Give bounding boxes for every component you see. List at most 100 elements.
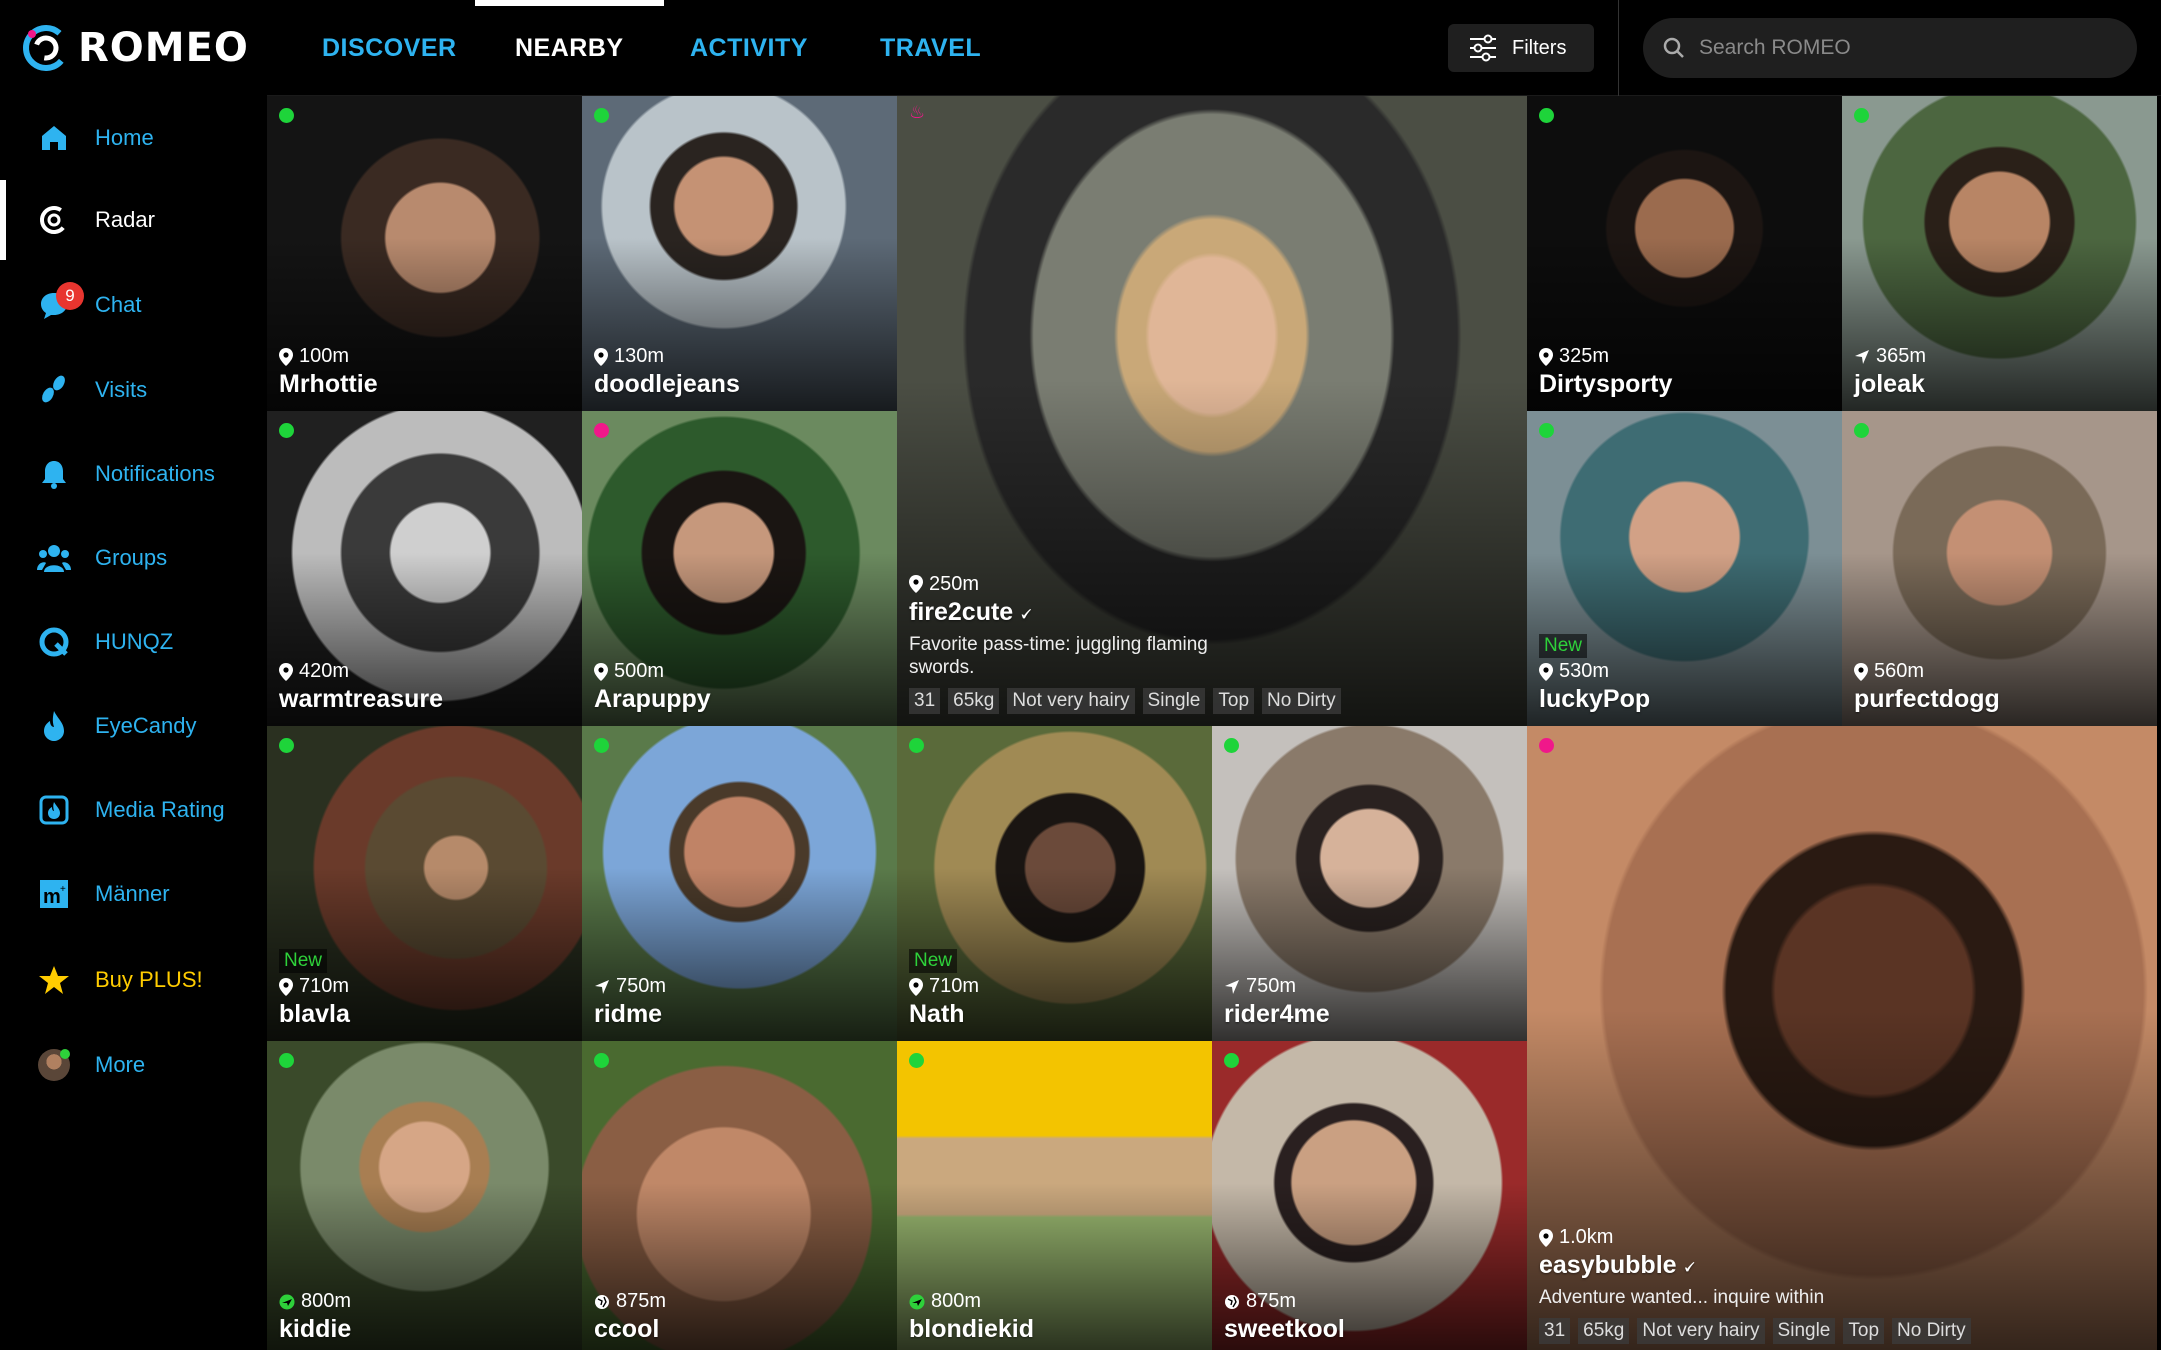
status-dot-pink <box>594 423 609 438</box>
distance: 800m <box>279 1290 570 1313</box>
profile-card[interactable]: 800m kiddie <box>267 1041 582 1350</box>
username: joleak <box>1854 370 2145 399</box>
profile-card[interactable]: New 710m Nath <box>897 726 1212 1041</box>
online-status-dot <box>594 738 609 753</box>
profile-card[interactable]: New 710m blavla <box>267 726 582 1041</box>
search-bar[interactable] <box>1643 18 2137 78</box>
username-text: doodlejeans <box>594 370 740 398</box>
profile-tag: Top <box>1843 1318 1885 1344</box>
sidebar-item-notifications[interactable]: Notifications <box>0 439 267 509</box>
distance-value: 325m <box>1559 345 1610 367</box>
distance: 800m <box>909 1290 1200 1313</box>
romeo-logo[interactable]: ROMEO <box>22 22 249 74</box>
pin-icon <box>1539 347 1553 366</box>
username-text: easybubble <box>1539 1251 1677 1280</box>
maenner-icon: m + <box>36 876 72 912</box>
chat-unread-badge: 9 <box>56 282 84 310</box>
sidebar-item-hunqz[interactable]: HUNQZ <box>0 607 267 677</box>
profile-card[interactable]: 1.0km easybubble 🗸 Adventure wanted... inqu… <box>1527 726 2157 1350</box>
sidebar-item-eyecandy[interactable]: EyeCandy <box>0 691 267 761</box>
profile-info: 420m warmtreasure <box>279 660 570 714</box>
tab-travel[interactable]: TRAVEL <box>880 0 981 96</box>
sidebar-item-media-rating[interactable]: Media Rating <box>0 775 267 845</box>
sidebar-item-home[interactable]: Home <box>0 103 267 173</box>
profile-info: 875m ccool <box>594 1290 885 1344</box>
sidebar-item-label: EyeCandy <box>95 713 197 738</box>
username: blondiekid <box>909 1315 1200 1344</box>
username: Arapuppy <box>594 685 885 714</box>
groups-icon <box>36 540 72 576</box>
profile-info: 560m purfectdogg <box>1854 660 2145 714</box>
radar-icon <box>36 202 72 238</box>
globe-icon <box>1224 1294 1240 1310</box>
top-bar: DISCOVER NEARBY ACTIVITY TRAVEL Filters <box>267 0 2161 96</box>
new-badge: New <box>1539 634 1588 658</box>
online-status-dot <box>279 423 294 438</box>
distance: 710m <box>279 975 570 998</box>
username: sweetkool <box>1224 1315 1515 1344</box>
search-input[interactable] <box>1699 36 2119 60</box>
sidebar-item-buy-plus[interactable]: Buy PLUS! <box>0 945 267 1015</box>
username-text: Dirtysporty <box>1539 370 1673 398</box>
online-status-dot <box>1224 738 1239 753</box>
sidebar-item-more[interactable]: More <box>0 1030 267 1100</box>
distance: 560m <box>1854 660 2145 683</box>
filters-label: Filters <box>1512 36 1567 59</box>
profile-card[interactable]: New 530m luckyPop <box>1527 411 1842 726</box>
plane-icon <box>279 1294 295 1310</box>
distance: 325m <box>1539 345 1830 368</box>
username: purfectdogg <box>1854 685 2145 714</box>
tab-activity[interactable]: ACTIVITY <box>690 0 808 96</box>
distance-value: 130m <box>614 345 665 367</box>
sliders-icon <box>1470 34 1496 62</box>
distance-value: 250m <box>929 572 980 595</box>
sidebar-item-maenner[interactable]: m + Männer <box>0 859 267 929</box>
online-status-dot <box>1539 423 1554 438</box>
profile-card[interactable]: 875m ccool <box>582 1041 897 1350</box>
distance-value: 800m <box>301 1290 352 1312</box>
profile-card[interactable]: ♨ 250m fire2cute 🗸 Favorite pass-time: juggl… <box>897 96 1527 726</box>
online-status-dot <box>594 108 609 123</box>
profile-card[interactable]: 100m Mrhottie <box>267 96 582 411</box>
sidebar-item-chat[interactable]: 9 Chat <box>0 270 267 340</box>
profile-card[interactable]: 420m warmtreasure <box>267 411 582 726</box>
profile-tag: 31 <box>1539 1318 1571 1344</box>
tab-discover[interactable]: DISCOVER <box>322 0 457 96</box>
media-rating-icon <box>36 792 72 828</box>
profile-card[interactable]: 800m blondiekid <box>897 1041 1212 1350</box>
profile-card[interactable]: 325m Dirtysporty <box>1527 96 1842 411</box>
profile-tags: 31 65kg Not very hairy Single Top No Dirty <box>1539 1318 2145 1344</box>
distance: 500m <box>594 660 885 683</box>
distance: 750m <box>594 975 885 998</box>
sidebar-item-visits[interactable]: Visits <box>0 355 267 425</box>
pin-icon <box>1539 1228 1553 1247</box>
profile-info: 1.0km easybubble 🗸 Adventure wanted... inqu… <box>1539 1226 2145 1344</box>
profile-card[interactable]: 365m joleak <box>1842 96 2157 411</box>
profile-tag: 65kg <box>1578 1318 1630 1344</box>
username: Dirtysporty <box>1539 370 1830 399</box>
profile-card[interactable]: 750m rider4me <box>1212 726 1527 1041</box>
pin-icon <box>594 347 608 366</box>
profile-card[interactable]: 750m ridme <box>582 726 897 1041</box>
tab-nearby[interactable]: NEARBY <box>475 0 664 96</box>
plane-icon <box>909 1294 925 1310</box>
profile-card[interactable]: 130m doodlejeans <box>582 96 897 411</box>
username-text: kiddie <box>279 1315 352 1343</box>
arrow-icon <box>1854 349 1870 365</box>
pin-icon <box>1539 662 1553 681</box>
distance-value: 530m <box>1559 660 1610 682</box>
profile-card[interactable]: 560m purfectdogg <box>1842 411 2157 726</box>
username: warmtreasure <box>279 685 570 714</box>
username-text: fire2cute <box>909 597 1014 626</box>
sidebar-item-groups[interactable]: Groups <box>0 523 267 593</box>
username: luckyPop <box>1539 685 1830 714</box>
profile-card[interactable]: 500m Arapuppy <box>582 411 897 726</box>
sidebar-item-radar[interactable]: Radar <box>0 180 267 260</box>
distance-value: 500m <box>614 660 665 682</box>
profile-card[interactable]: 875m sweetkool <box>1212 1041 1527 1350</box>
username-text: ridme <box>594 1000 663 1028</box>
distance-value: 710m <box>929 975 980 997</box>
profile-info: 875m sweetkool <box>1224 1290 1515 1344</box>
username: fire2cute 🗸 <box>909 598 1515 627</box>
filters-button[interactable]: Filters <box>1448 24 1594 72</box>
